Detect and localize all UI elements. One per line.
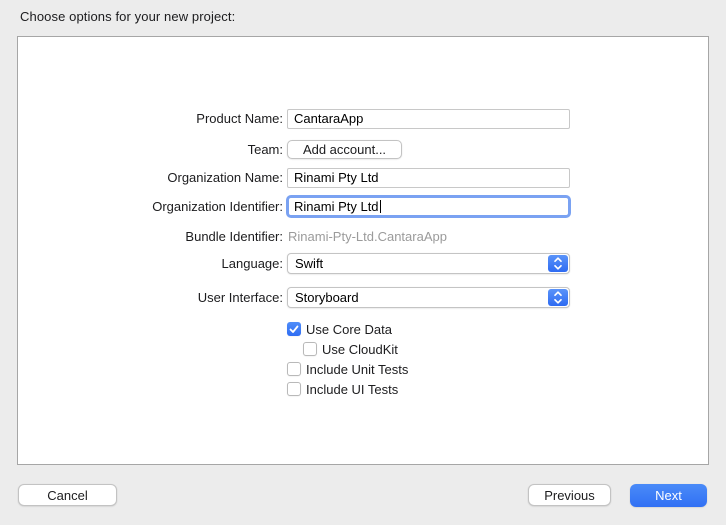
popup-stepper-icon <box>548 289 568 306</box>
product-name-field[interactable]: CantaraApp <box>287 109 570 129</box>
include-ui-tests-label[interactable]: Include UI Tests <box>306 382 398 397</box>
user-interface-popup-value: Storyboard <box>295 290 359 305</box>
previous-button-label: Previous <box>544 488 595 503</box>
next-button[interactable]: Next <box>630 484 707 507</box>
bundle-identifier-label: Bundle Identifier: <box>40 229 283 245</box>
checkmark-icon <box>289 325 299 334</box>
options-panel <box>17 36 709 465</box>
language-popup[interactable]: Swift <box>287 253 570 274</box>
text-caret <box>380 200 381 213</box>
organization-name-value: Rinami Pty Ltd <box>294 170 379 185</box>
language-popup-value: Swift <box>295 256 323 271</box>
use-cloudkit-row: Use CloudKit <box>303 341 398 357</box>
organization-identifier-label: Organization Identifier: <box>40 195 283 218</box>
product-name-label: Product Name: <box>40 109 283 129</box>
use-core-data-checkbox[interactable] <box>287 322 301 336</box>
popup-stepper-icon <box>548 255 568 272</box>
include-ui-tests-checkbox[interactable] <box>287 382 301 396</box>
add-account-button[interactable]: Add account... <box>287 140 402 159</box>
user-interface-popup[interactable]: Storyboard <box>287 287 570 308</box>
organization-identifier-value: Rinami Pty Ltd <box>294 199 379 214</box>
include-unit-tests-row: Include Unit Tests <box>287 361 408 377</box>
include-unit-tests-checkbox[interactable] <box>287 362 301 376</box>
team-label: Team: <box>40 140 283 159</box>
cancel-button-label: Cancel <box>47 488 87 503</box>
use-core-data-label[interactable]: Use Core Data <box>306 322 392 337</box>
add-account-button-label: Add account... <box>303 142 386 157</box>
use-core-data-row: Use Core Data <box>287 321 392 337</box>
organization-name-label: Organization Name: <box>40 168 283 188</box>
cancel-button[interactable]: Cancel <box>18 484 117 506</box>
dialog-title: Choose options for your new project: <box>20 9 235 24</box>
new-project-options-dialog: Choose options for your new project: Pro… <box>0 0 726 525</box>
user-interface-label: User Interface: <box>40 287 283 308</box>
organization-identifier-field[interactable]: Rinami Pty Ltd <box>286 195 571 218</box>
include-ui-tests-row: Include UI Tests <box>287 381 398 397</box>
previous-button[interactable]: Previous <box>528 484 611 506</box>
bundle-identifier-value: Rinami-Pty-Ltd.CantaraApp <box>288 229 447 245</box>
include-unit-tests-label[interactable]: Include Unit Tests <box>306 362 408 377</box>
use-cloudkit-label[interactable]: Use CloudKit <box>322 342 398 357</box>
product-name-value: CantaraApp <box>294 111 363 126</box>
language-label: Language: <box>40 253 283 274</box>
use-cloudkit-checkbox[interactable] <box>303 342 317 356</box>
next-button-label: Next <box>655 488 682 503</box>
organization-name-field[interactable]: Rinami Pty Ltd <box>287 168 570 188</box>
